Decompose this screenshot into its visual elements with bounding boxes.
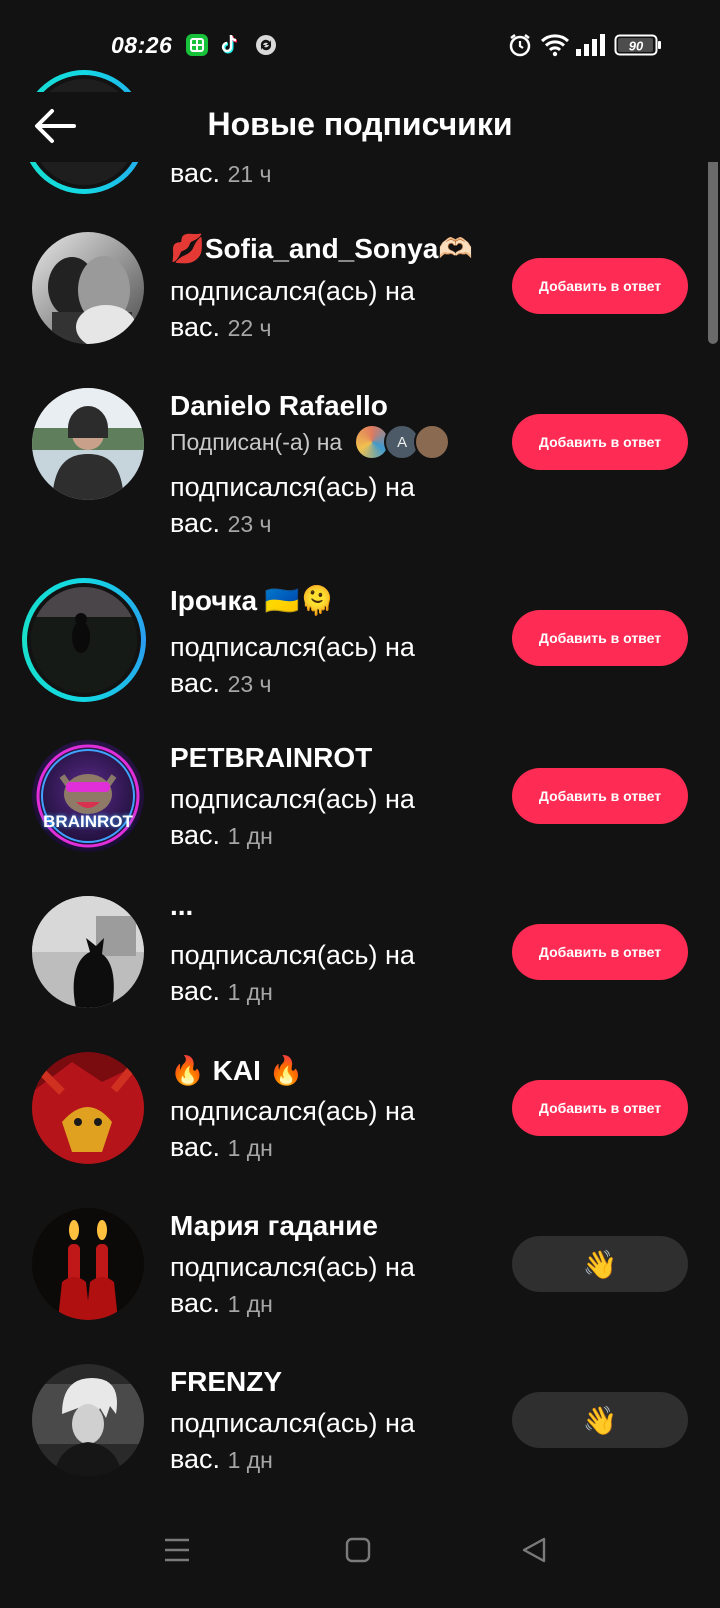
- menu-icon[interactable]: [163, 1536, 191, 1564]
- system-nav-bar: [0, 1500, 720, 1608]
- mutual-avatar: [414, 424, 451, 460]
- top-bar: Новые подписчики: [0, 92, 720, 162]
- list-item[interactable]: FRENZY подписался(ась) на вас. 1 дн 👋: [0, 1352, 720, 1492]
- avatar[interactable]: [32, 1364, 144, 1476]
- list-item[interactable]: ... подписался(ась) на вас. 1 дн Добавит…: [0, 884, 720, 1024]
- follow-text: подписался(ась) на: [170, 784, 415, 814]
- avatar[interactable]: [22, 578, 146, 702]
- follow-text: вас. 21 ч: [170, 158, 272, 188]
- timestamp: 23 ч: [227, 511, 272, 537]
- follow-text: подписался(ась) на: [170, 276, 415, 306]
- page-title: Новые подписчики: [207, 106, 513, 142]
- avatar[interactable]: [32, 896, 144, 1008]
- timestamp: 23 ч: [227, 671, 272, 697]
- timestamp: 22 ч: [227, 315, 272, 341]
- follow-back-button[interactable]: Добавить в ответ: [512, 414, 688, 470]
- follow-text: подписался(ась) на: [170, 472, 415, 502]
- username[interactable]: ...: [170, 890, 193, 922]
- wave-button[interactable]: 👋: [512, 1392, 688, 1448]
- avatar-text: BRAINROT: [43, 812, 133, 831]
- username[interactable]: Danielo Rafaello: [170, 390, 388, 422]
- list-item[interactable]: Danielo Rafaello Подписан(-а) на А подпи…: [0, 376, 720, 546]
- follow-text: вас. 23 ч: [170, 668, 272, 698]
- list-item[interactable]: Ірочка 🇺🇦🫠 подписался(ась) на вас. 23 ч …: [0, 572, 720, 712]
- list-item[interactable]: 🔥 KAI 🔥 подписался(ась) на вас. 1 дн Доб…: [0, 1040, 720, 1180]
- mutual-followers[interactable]: Подписан(-а) на А: [170, 424, 451, 460]
- follow-text: вас. 1 дн: [170, 976, 273, 1006]
- follow-back-button[interactable]: Добавить в ответ: [512, 258, 688, 314]
- wave-button[interactable]: 👋: [512, 1236, 688, 1292]
- list-item[interactable]: 💋Sofia_and_Sonya🫶🏻 подписался(ась) на ва…: [0, 220, 720, 360]
- timestamp: 1 дн: [227, 1291, 273, 1317]
- username[interactable]: Мария гадание: [170, 1210, 378, 1242]
- back-triangle-icon[interactable]: [520, 1536, 548, 1564]
- username[interactable]: Ірочка 🇺🇦🫠: [170, 584, 335, 617]
- timestamp: 1 дн: [227, 1447, 273, 1473]
- home-square-icon[interactable]: [344, 1536, 372, 1564]
- avatar[interactable]: [32, 1052, 144, 1164]
- username[interactable]: 🔥 KAI 🔥: [170, 1054, 304, 1087]
- follow-text: вас. 22 ч: [170, 312, 272, 342]
- follow-text: вас. 1 дн: [170, 1132, 273, 1162]
- timestamp: 1 дн: [227, 1135, 273, 1161]
- follow-text: подписался(ась) на: [170, 1408, 415, 1438]
- list-item[interactable]: BRAINROT PETBRAINROT подписался(ась) на …: [0, 728, 720, 868]
- scrollbar[interactable]: [708, 154, 718, 344]
- follow-back-button[interactable]: Добавить в ответ: [512, 924, 688, 980]
- follow-back-button[interactable]: Добавить в ответ: [512, 768, 688, 824]
- follow-text: вас. 23 ч: [170, 508, 272, 538]
- list-item[interactable]: Мария гадание подписался(ась) на вас. 1 …: [0, 1196, 720, 1336]
- follow-text: вас. 1 дн: [170, 1444, 273, 1474]
- avatar[interactable]: BRAINROT: [32, 740, 144, 852]
- avatar[interactable]: [32, 1208, 144, 1320]
- follow-text: подписался(ась) на: [170, 940, 415, 970]
- timestamp: 1 дн: [227, 979, 273, 1005]
- username[interactable]: 💋Sofia_and_Sonya🫶🏻: [170, 232, 473, 265]
- timestamp: 1 дн: [227, 823, 273, 849]
- follow-back-button[interactable]: Добавить в ответ: [512, 610, 688, 666]
- follow-text: вас. 1 дн: [170, 820, 273, 850]
- follow-text: подписался(ась) на: [170, 632, 415, 662]
- avatar[interactable]: [32, 232, 144, 344]
- username[interactable]: FRENZY: [170, 1366, 282, 1398]
- followers-list[interactable]: вас. 21 ч 💋Sofia_and_Sonya🫶🏻 подписался(…: [0, 0, 720, 1500]
- avatar[interactable]: [32, 388, 144, 500]
- username[interactable]: PETBRAINROT: [170, 742, 372, 774]
- follow-text: подписался(ась) на: [170, 1096, 415, 1126]
- follow-back-button[interactable]: Добавить в ответ: [512, 1080, 688, 1136]
- follow-text: подписался(ась) на: [170, 1252, 415, 1282]
- follow-text: вас. 1 дн: [170, 1288, 273, 1318]
